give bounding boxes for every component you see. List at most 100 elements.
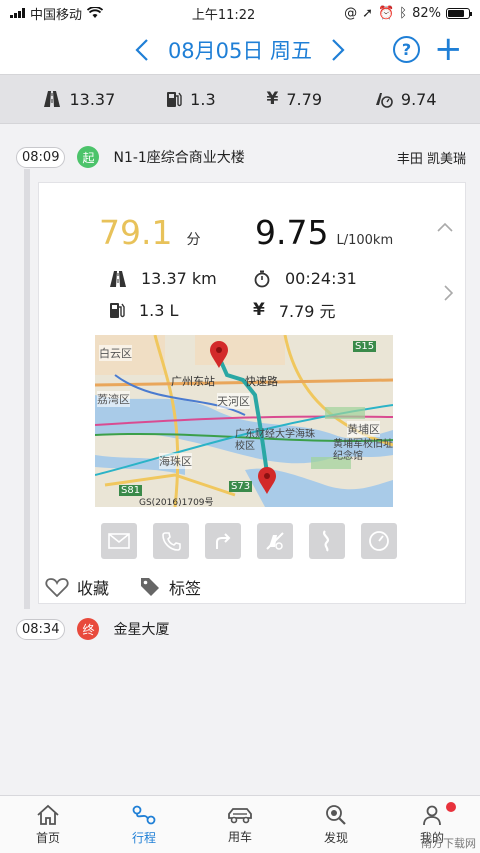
no-entry-icon	[266, 532, 284, 550]
no-brake-button[interactable]	[257, 523, 293, 559]
detail-chevron-icon[interactable]	[443, 285, 454, 306]
tag-button[interactable]: 标签	[139, 575, 201, 599]
summary-fuel-value: 1.3	[190, 89, 216, 109]
trip-end[interactable]: 08:34 终 金星大厦	[16, 618, 466, 640]
speed-button[interactable]	[361, 523, 397, 559]
watermark: 南方下载网	[421, 837, 476, 850]
end-location: 金星大厦	[113, 622, 170, 638]
tab-trips[interactable]: 行程	[96, 796, 192, 853]
notification-badge	[446, 802, 456, 812]
map-label-liwan: 荔湾区	[97, 391, 130, 407]
tab-car[interactable]: 用车	[192, 796, 288, 853]
yuan-icon: ¥	[253, 300, 265, 320]
mail-button[interactable]	[101, 523, 137, 559]
consumption-gauge-icon	[375, 93, 393, 108]
location-icon: ➚	[362, 5, 374, 21]
start-pin-icon	[210, 341, 228, 368]
car-icon	[228, 807, 252, 823]
tab-home[interactable]: 首页	[0, 796, 96, 853]
help-button[interactable]: ?	[393, 35, 420, 63]
wifi-icon	[87, 7, 104, 18]
tab-car-label: 用车	[227, 829, 252, 844]
tab-discover[interactable]: 发现	[288, 796, 384, 853]
add-button[interactable]: +	[434, 32, 463, 66]
next-day-button[interactable]	[326, 35, 350, 65]
trip-actions	[101, 523, 397, 559]
summary-distance-value: 13.37	[69, 89, 116, 109]
phone-icon	[162, 532, 181, 551]
lock-rotation-icon: @	[344, 5, 358, 21]
curvy-road-icon	[323, 530, 329, 552]
speedometer-icon	[369, 531, 389, 551]
summary-cost: ¥ 7.79	[267, 89, 322, 109]
duration-value: 00:24:31	[285, 269, 357, 288]
stopwatch-icon	[254, 270, 270, 287]
profile-icon	[423, 805, 441, 825]
map-label-expressway: 快速路	[245, 375, 278, 388]
map-label-tianhe: 天河区	[217, 393, 250, 409]
status-bar: 中国移动 上午11:22 @ ➚ ⏰ ᛒ 82%	[0, 0, 480, 26]
favorite-button[interactable]: 收藏	[45, 575, 109, 599]
timeline-line	[24, 169, 30, 609]
nav-actions: ? +	[393, 32, 463, 66]
tab-discover-label: 发现	[323, 830, 348, 845]
map-label-guangzhou-east: 广州东站	[171, 375, 215, 388]
tab-bar: 首页 行程 用车 发现 我的 南方下载网	[0, 795, 480, 853]
tab-home-label: 首页	[35, 830, 60, 845]
fuel-rate-value: 9.75	[255, 213, 329, 252]
summary-consumption-value: 9.74	[400, 89, 437, 109]
chevron-left-icon	[135, 39, 148, 61]
route-icon	[132, 805, 156, 824]
turn-right-icon	[216, 533, 231, 549]
battery-percent: 82%	[412, 5, 441, 21]
summary-distance: 13.37	[43, 90, 115, 109]
fuel-pump-icon	[110, 303, 125, 318]
prev-day-button[interactable]	[130, 35, 154, 65]
battery-icon	[445, 7, 472, 19]
stat-distance: 13.37 km	[109, 269, 253, 288]
road-icon	[110, 270, 126, 287]
status-time: 上午11:22	[191, 7, 256, 23]
map-label-s15: S15	[353, 341, 377, 352]
summary-cost-value: 7.79	[286, 89, 322, 109]
curve-button[interactable]	[309, 523, 345, 559]
map-label-haizhu: 海珠区	[159, 453, 192, 469]
score-unit: 分	[186, 232, 201, 248]
trip-card[interactable]: 79.1 分 9.75 L/100km 13.37 km 00:24:31 1.…	[38, 182, 466, 604]
map-label-military-academy: 黄埔军校旧址纪念馆	[333, 439, 393, 462]
score-value: 79.1	[99, 213, 173, 252]
tag-label: 标签	[169, 579, 202, 598]
home-icon	[37, 804, 59, 825]
end-marker-icon: 终	[77, 618, 100, 640]
driving-score: 79.1 分	[99, 213, 200, 252]
start-time: 08:09	[16, 146, 66, 168]
summary-consumption: 9.74	[373, 90, 437, 109]
call-button[interactable]	[153, 523, 189, 559]
map-label-baiyun: 白云区	[99, 345, 132, 361]
trip-stats: 13.37 km 00:24:31 1.3 L ¥ 7.79 元	[109, 269, 403, 322]
route-map[interactable]: 白云区 广州东站 快速路 荔湾区 天河区 广东财经大学海珠校区 黄埔区 黄埔军校…	[95, 335, 393, 507]
current-date[interactable]: 08月05日 周五	[168, 35, 312, 65]
cost-value: 7.79 元	[278, 302, 336, 321]
map-label-university: 广东财经大学海珠校区	[235, 429, 315, 452]
daily-summary: 13.37 1.3 ¥ 7.79 9.74	[0, 74, 480, 124]
stat-fuel: 1.3 L	[109, 298, 253, 322]
trip-start[interactable]: 08:09 起 N1-1座综合商业大楼 丰田 凯美瑞	[16, 146, 466, 168]
fuel-value: 1.3 L	[139, 300, 179, 320]
map-label-huangpu: 黄埔区	[347, 421, 380, 437]
map-label-s73: S73	[229, 481, 253, 492]
fuel-pump-icon	[167, 92, 182, 107]
favorite-label: 收藏	[77, 579, 110, 598]
date-switcher: 08月05日 周五	[130, 35, 350, 65]
alarm-icon: ⏰	[378, 5, 395, 21]
stat-duration: 00:24:31	[253, 269, 403, 288]
road-icon	[44, 91, 61, 107]
collapse-chevron-icon[interactable]	[437, 217, 453, 236]
bluetooth-icon: ᛒ	[399, 5, 408, 21]
end-pin-icon	[258, 467, 276, 494]
start-location: N1-1座综合商业大楼	[113, 150, 245, 166]
status-left: 中国移动	[10, 4, 104, 23]
distance-value: 13.37 km	[141, 269, 217, 288]
map-copyright: GS(2016)1709号	[139, 498, 214, 507]
turn-button[interactable]	[205, 523, 241, 559]
